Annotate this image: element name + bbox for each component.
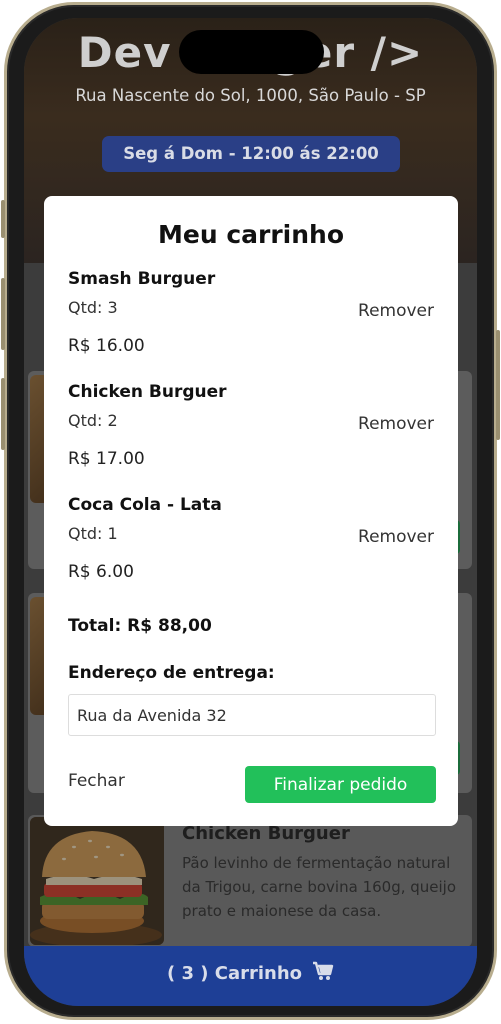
cart-item-name: Smash Burguer [68, 269, 216, 289]
cart-item: Chicken Burguer Qtd: 2 R$ 17.00 Remover [68, 382, 434, 482]
cart-item-name: Chicken Burguer [68, 382, 227, 402]
close-modal-button[interactable]: Fechar [68, 771, 125, 791]
cart-item-price: R$ 6.00 [68, 562, 134, 582]
phone-side-button [1, 200, 5, 238]
cart-item-quantity: Qtd: 2 [68, 411, 118, 430]
product-description: Pão levinho de fermentação natural da Tr… [182, 854, 457, 920]
dynamic-island [179, 30, 324, 74]
cart-bar[interactable]: ( 3 ) Carrinho [24, 946, 477, 1006]
cart-label: ( 3 ) Carrinho [166, 962, 303, 984]
remove-item-button[interactable]: Remover [358, 527, 434, 547]
cart-modal: Meu carrinho Smash Burguer Qtd: 3 R$ 16.… [44, 196, 458, 826]
opening-hours-badge: Seg á Dom - 12:00 ás 22:00 [102, 136, 400, 172]
finish-order-button[interactable]: Finalizar pedido [245, 766, 436, 803]
phone-side-button [1, 378, 5, 450]
phone-side-button [496, 330, 500, 440]
cart-item-quantity: Qtd: 1 [68, 524, 118, 543]
delivery-address-input[interactable] [68, 694, 436, 736]
cart-item-name: Coca Cola - Lata [68, 495, 222, 515]
cart-total: Total: R$ 88,00 [68, 616, 212, 636]
cart-item: Smash Burguer Qtd: 3 R$ 16.00 Remover [68, 269, 434, 369]
remove-item-button[interactable]: Remover [358, 414, 434, 434]
modal-title: Meu carrinho [157, 220, 345, 249]
cart-item-price: R$ 16.00 [68, 336, 145, 356]
chicken-burger-image [30, 817, 164, 945]
product-card: Chicken Burguer Pão levinho de fermentaç… [28, 815, 472, 947]
cart-item: Coca Cola - Lata Qtd: 1 R$ 6.00 Remover [68, 495, 434, 595]
cart-item-price: R$ 17.00 [68, 449, 145, 469]
store-address: Rua Nascente do Sol, 1000, São Paulo - S… [75, 86, 426, 105]
phone-side-button [1, 278, 5, 350]
product-title: Chicken Burguer [182, 823, 350, 844]
remove-item-button[interactable]: Remover [358, 301, 434, 321]
delivery-address-label: Endereço de entrega: [68, 663, 275, 683]
cart-icon [312, 961, 334, 986]
cart-item-quantity: Qtd: 3 [68, 298, 118, 317]
app-screen: Dev Burger /> Rua Nascente do Sol, 1000,… [24, 18, 477, 1006]
